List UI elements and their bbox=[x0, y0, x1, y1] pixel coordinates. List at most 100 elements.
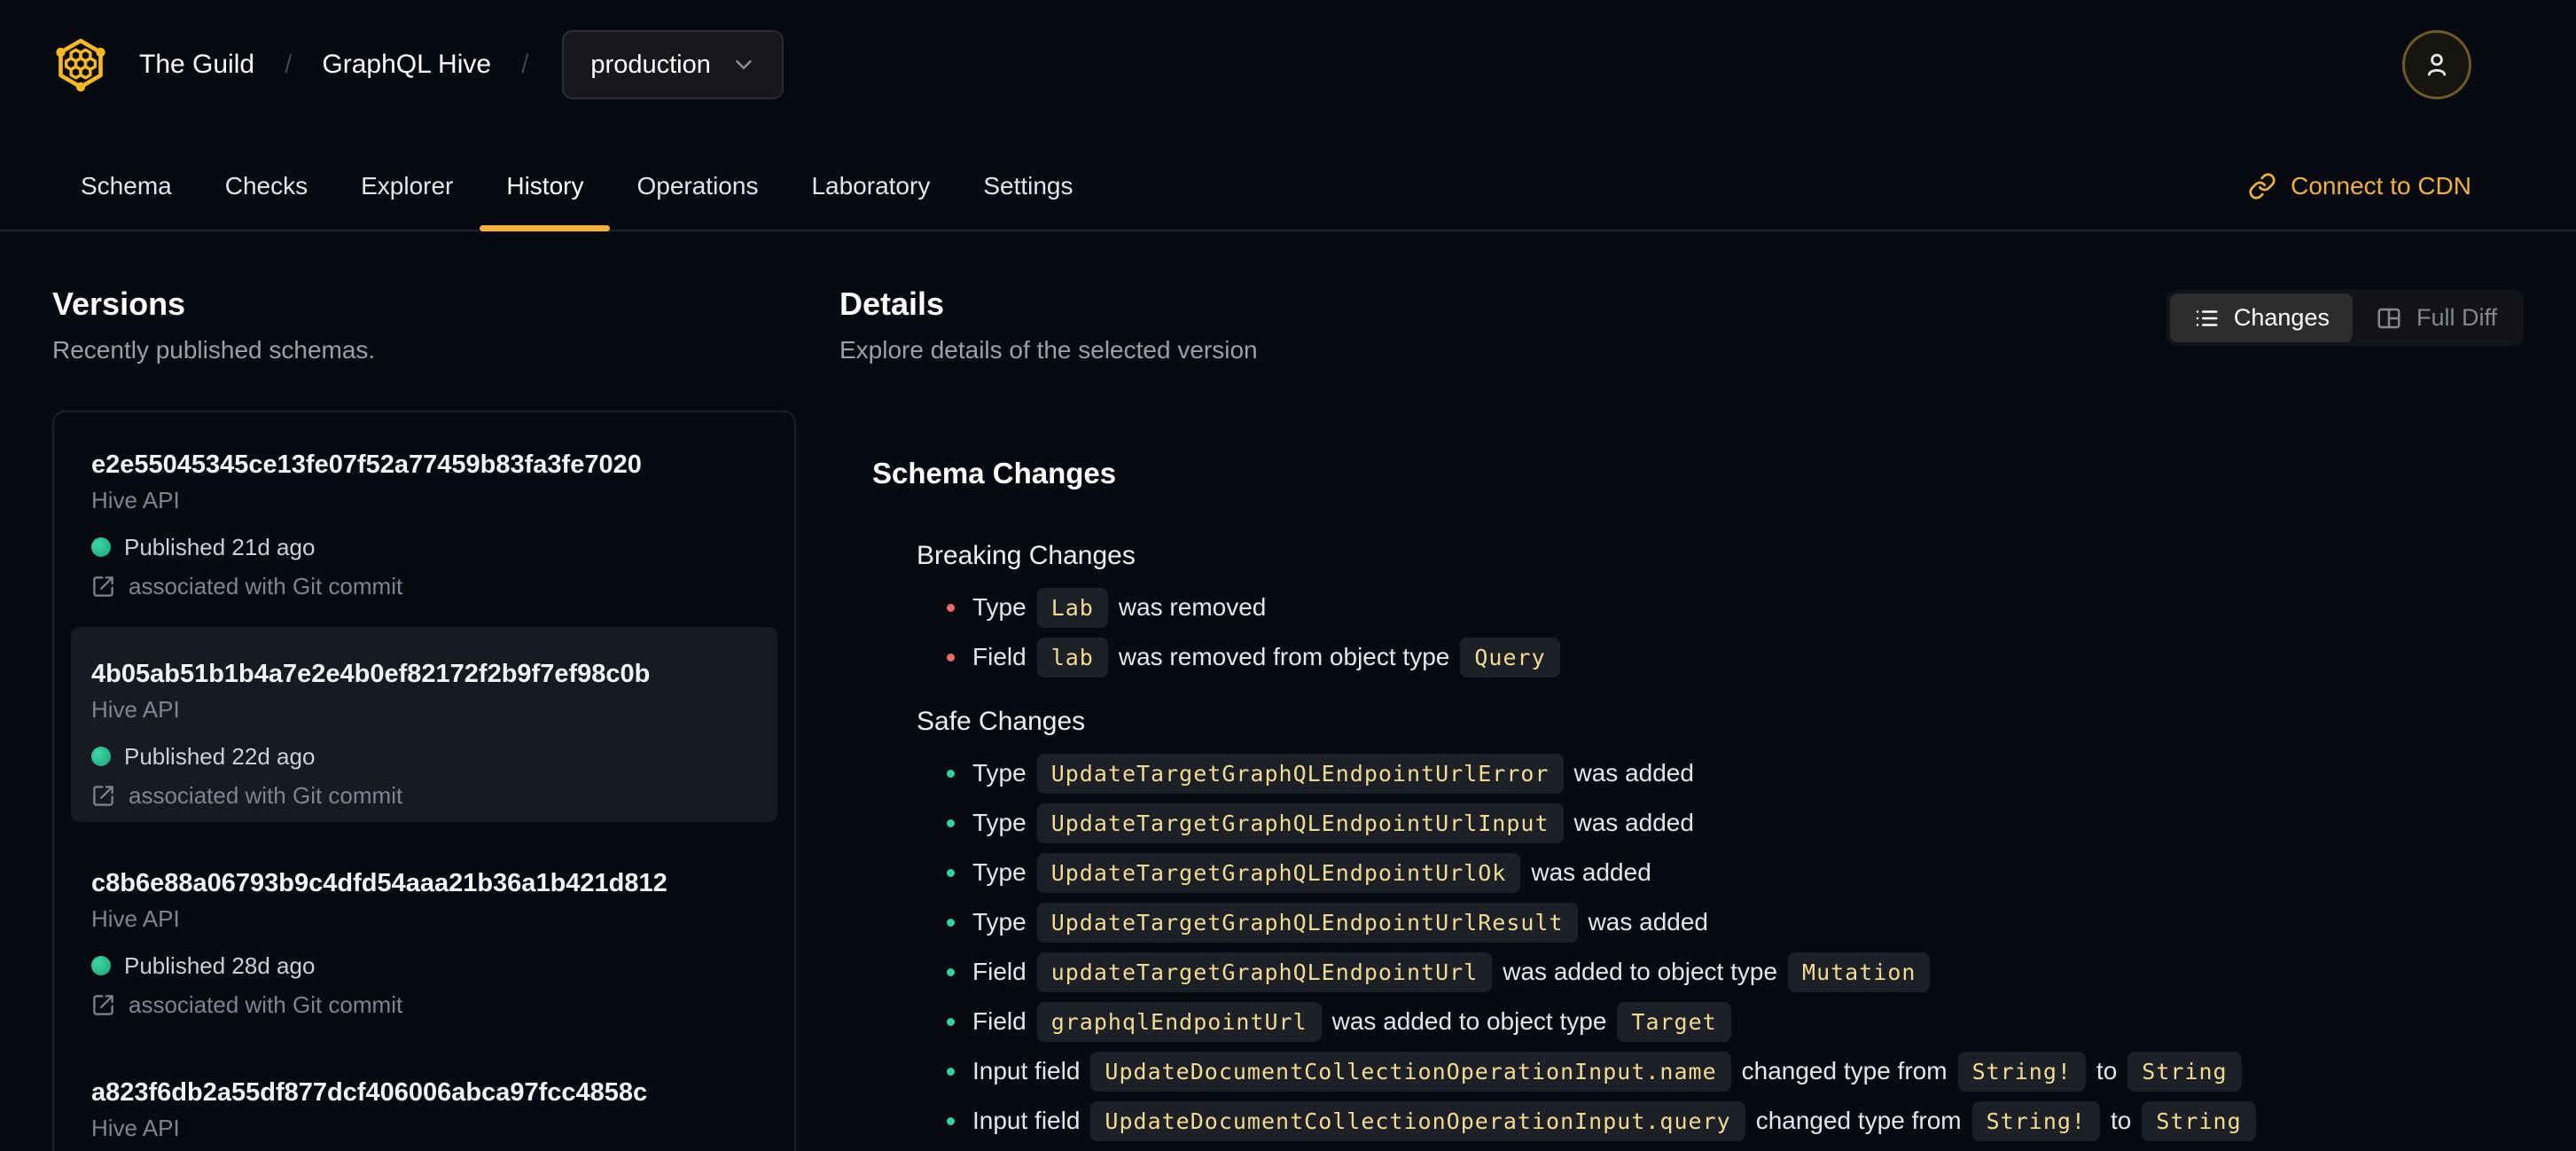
tab-label: History bbox=[506, 171, 584, 200]
code-badge: updateTargetGraphQLEndpointUrl bbox=[1036, 951, 1493, 992]
change-text: Field bbox=[972, 643, 1026, 670]
published-text: Published 28d ago bbox=[124, 952, 316, 979]
user-icon bbox=[2427, 53, 2447, 76]
tab-operations[interactable]: Operations bbox=[610, 129, 785, 230]
breadcrumb: The Guild / GraphQL Hive / production bbox=[139, 30, 784, 99]
git-commit-row[interactable]: associated with Git commit bbox=[91, 781, 757, 810]
git-commit-row[interactable]: associated with Git commit bbox=[91, 572, 757, 600]
version-service-name: Hive API bbox=[91, 696, 180, 723]
version-card[interactable]: a823f6db2a55df877dcf406006abca97fcc4858c… bbox=[71, 1045, 777, 1151]
bullet-icon bbox=[947, 967, 955, 976]
version-hash: c8b6e88a06793b9c4dfd54aaa21b36a1b421d812 bbox=[91, 869, 667, 897]
change-item: Field graphqlEndpointUrl was added to obje… bbox=[917, 997, 2524, 1046]
details-header: Details Explore details of the selected … bbox=[839, 286, 2524, 364]
bullet-icon bbox=[947, 769, 955, 778]
change-text: was removed bbox=[1118, 593, 1267, 621]
version-service-name: Hive API bbox=[91, 905, 180, 932]
details-title: Details bbox=[839, 286, 945, 322]
active-tab-indicator bbox=[480, 225, 611, 231]
change-text: was removed from object type bbox=[1118, 643, 1450, 670]
external-link-icon bbox=[93, 994, 113, 1015]
primary-tabbar: Schema Checks Explorer History Operations Lab… bbox=[0, 129, 2576, 231]
git-commit-text: associated with Git commit bbox=[129, 991, 403, 1018]
published-text: Published 21d ago bbox=[124, 534, 316, 560]
version-list: e2e55045345ce13fe07f52a77459b83fa3fe7020… bbox=[52, 411, 796, 1151]
schema-changes-title: Schema Changes bbox=[872, 457, 1117, 489]
git-commit-row[interactable]: associated with Git commit bbox=[91, 990, 757, 1019]
version-card[interactable]: c8b6e88a06793b9c4dfd54aaa21b36a1b421d812… bbox=[71, 836, 777, 1031]
list-icon bbox=[2196, 309, 2218, 326]
change-text: to bbox=[2110, 1107, 2132, 1134]
versions-title: Versions bbox=[52, 286, 186, 322]
change-text: was added bbox=[1573, 759, 1694, 787]
full-diff-view-button[interactable]: Full Diff bbox=[2353, 294, 2520, 342]
version-hash: 4b05ab51b1b4a7e2e4b0ef82172f2b9f7ef98c0b bbox=[91, 660, 651, 688]
version-card[interactable]: 4b05ab51b1b4a7e2e4b0ef82172f2b9f7ef98c0b… bbox=[71, 627, 777, 822]
main-content: Versions Recently published schemas. e2e… bbox=[0, 231, 2576, 1151]
published-row: Published 28d ago bbox=[91, 951, 757, 980]
change-text: was added bbox=[1588, 908, 1708, 936]
code-badge: String bbox=[2127, 1051, 2242, 1092]
changes-view-button[interactable]: Changes bbox=[2169, 294, 2353, 342]
tab-explorer[interactable]: Explorer bbox=[334, 129, 480, 230]
change-item: Field lab was removed from object type Quer… bbox=[917, 632, 2524, 682]
details-heading-group: Details Explore details of the selected … bbox=[839, 286, 1258, 364]
breadcrumb-org[interactable]: The Guild bbox=[139, 50, 254, 80]
external-link-icon bbox=[93, 785, 113, 806]
breaking-changes-title: Breaking Changes bbox=[917, 541, 1136, 570]
tab-checks[interactable]: Checks bbox=[199, 129, 334, 230]
code-badge: String bbox=[2142, 1100, 2256, 1141]
user-menu-button[interactable] bbox=[2402, 30, 2471, 99]
bullet-icon bbox=[947, 603, 955, 612]
tab-label: Laboratory bbox=[811, 171, 931, 200]
breaking-changes-section: Breaking Changes Type Lab was removed Field l… bbox=[917, 541, 2524, 682]
change-text: Type bbox=[972, 809, 1026, 836]
code-badge: graphqlEndpointUrl bbox=[1036, 1001, 1322, 1042]
tab-settings[interactable]: Settings bbox=[956, 129, 1099, 230]
tab-label: Checks bbox=[224, 171, 308, 200]
code-badge: String! bbox=[1957, 1051, 2086, 1092]
published-text: Published 22d ago bbox=[124, 743, 316, 770]
link-icon bbox=[2249, 172, 2275, 200]
version-service-name: Hive API bbox=[91, 1115, 180, 1141]
change-text: Input field bbox=[972, 1107, 1081, 1134]
app-header: The Guild / GraphQL Hive / production bbox=[0, 0, 2576, 129]
published-row: Published 22d ago bbox=[91, 742, 757, 771]
change-item: Type UpdateTargetGraphQLEndpointUrlOk was … bbox=[917, 848, 2524, 897]
hive-logo-icon[interactable] bbox=[52, 34, 109, 96]
tab-label: Settings bbox=[983, 171, 1073, 200]
schema-changes-section: Schema Changes Breaking Changes Type Lab wa… bbox=[872, 457, 2524, 1146]
app-root: The Guild / GraphQL Hive / production Sc… bbox=[0, 0, 2576, 1151]
code-badge: UpdateTargetGraphQLEndpointUrlOk bbox=[1036, 852, 1521, 893]
details-subtitle: Explore details of the selected version bbox=[839, 336, 1258, 364]
change-text: was added to object type bbox=[1331, 1007, 1607, 1035]
status-dot bbox=[91, 537, 111, 557]
changes-view-label: Changes bbox=[2233, 304, 2330, 331]
connect-to-cdn-label: Connect to CDN bbox=[2291, 171, 2471, 200]
git-commit-text: associated with Git commit bbox=[129, 573, 403, 599]
bullet-icon bbox=[947, 918, 955, 927]
full-diff-view-label: Full Diff bbox=[2416, 304, 2497, 331]
tab-schema[interactable]: Schema bbox=[54, 129, 199, 230]
version-card[interactable]: e2e55045345ce13fe07f52a77459b83fa3fe7020… bbox=[71, 418, 777, 613]
safe-changes-title: Safe Changes bbox=[917, 707, 1086, 736]
target-selector-dropdown[interactable]: production bbox=[562, 30, 784, 99]
code-badge: String! bbox=[1971, 1100, 2100, 1141]
versions-panel: Versions Recently published schemas. e2e… bbox=[52, 286, 796, 1151]
published-row: Published 21d ago bbox=[91, 533, 757, 561]
tab-laboratory[interactable]: Laboratory bbox=[785, 129, 956, 230]
connect-to-cdn-button[interactable]: Connect to CDN bbox=[2248, 129, 2471, 230]
version-hash: e2e55045345ce13fe07f52a77459b83fa3fe7020 bbox=[91, 450, 642, 479]
version-hash: a823f6db2a55df877dcf406006abca97fcc4858c bbox=[91, 1078, 648, 1107]
change-item: Type Lab was removed bbox=[917, 583, 2524, 632]
change-text: Type bbox=[972, 593, 1026, 621]
bullet-icon bbox=[947, 868, 955, 877]
target-selector-value: production bbox=[590, 50, 711, 79]
versions-subtitle: Recently published schemas. bbox=[52, 336, 376, 364]
status-dot bbox=[91, 747, 111, 766]
columns-icon bbox=[2377, 308, 2400, 328]
breadcrumb-project[interactable]: GraphQL Hive bbox=[322, 50, 491, 80]
version-service-name: Hive API bbox=[91, 487, 180, 513]
code-badge: lab bbox=[1036, 637, 1108, 677]
tab-history[interactable]: History bbox=[480, 129, 611, 231]
